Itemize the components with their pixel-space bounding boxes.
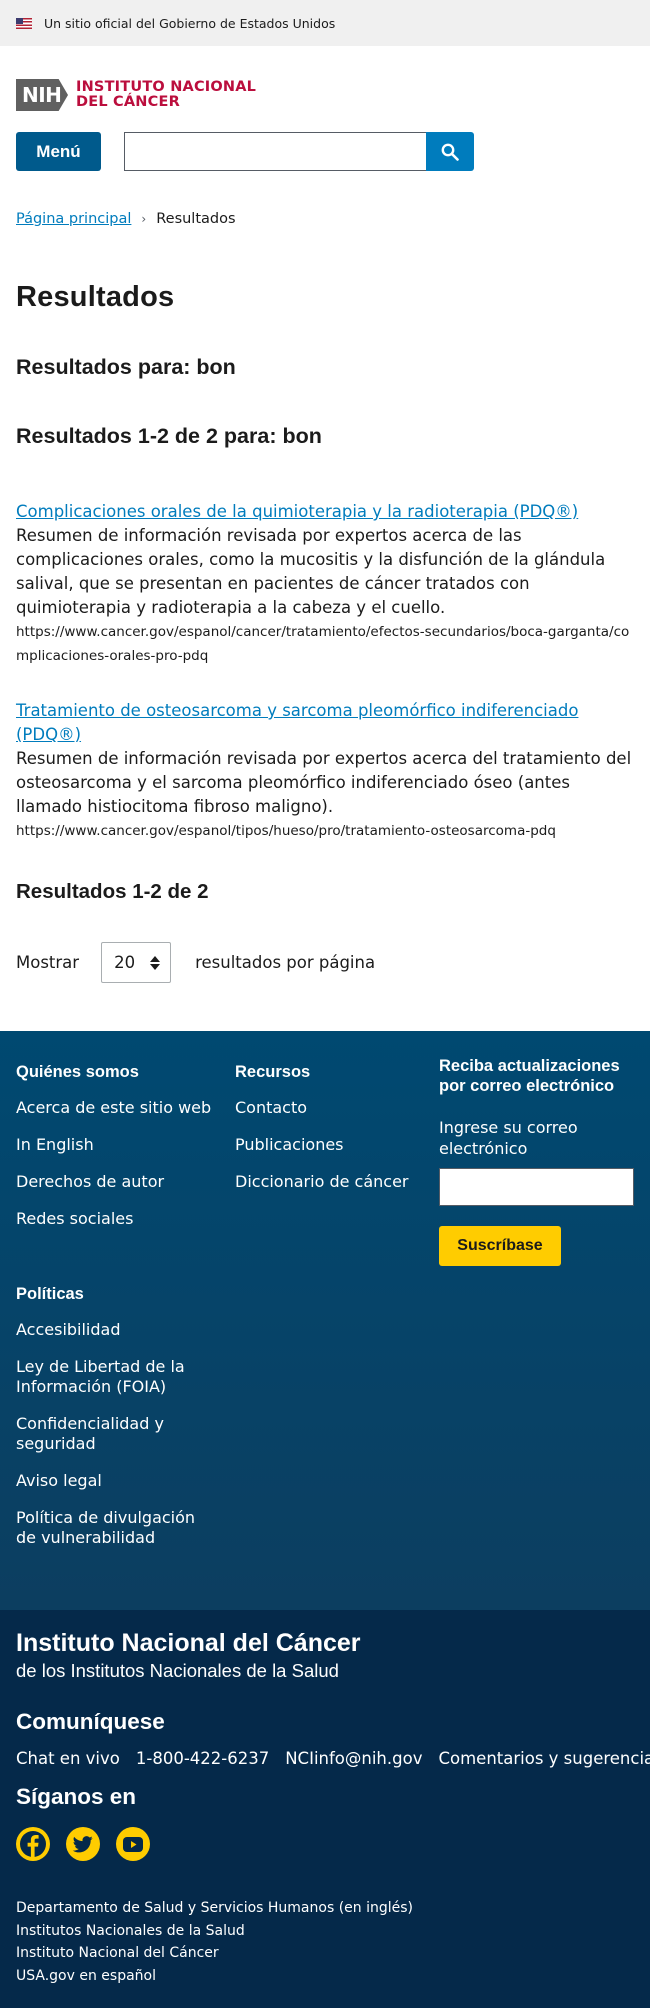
feedback-link[interactable]: Comentarios y sugerencias: [438, 1748, 650, 1770]
page-title: Resultados: [16, 281, 175, 313]
result-url: https://www.cancer.gov/espanol/cancer/tr…: [16, 624, 630, 664]
org-name: Instituto Nacional del Cáncer: [16, 1629, 361, 1657]
breadcrumb-current: Resultados: [156, 211, 236, 227]
footer-link[interactable]: Redes sociales: [16, 1209, 226, 1229]
social-links: [16, 1827, 150, 1861]
nih-link[interactable]: Institutos Nacionales de la Salud: [16, 1920, 413, 1943]
search-result: Complicaciones orales de la quimioterapi…: [16, 500, 634, 668]
email-signup: Reciba actualizaciones por correo electr…: [439, 1056, 639, 1266]
per-page-suffix: resultados por página: [195, 953, 376, 972]
menu-button[interactable]: Menú: [16, 132, 101, 171]
results-count-heading: Resultados 1-2 de 2 para: bon: [16, 424, 322, 448]
logo-text: INSTITUTO NACIONAL DEL CÁNCER: [76, 79, 257, 110]
footer-link[interactable]: Accesibilidad: [16, 1320, 216, 1340]
footer-about-column: Quiénes somos Acerca de este sitio web I…: [16, 1062, 226, 1229]
per-page-control: Mostrar 20 resultados por página: [16, 942, 634, 983]
result-title-link[interactable]: Tratamiento de osteosarcoma y sarcoma pl…: [16, 699, 634, 747]
twitter-icon[interactable]: [66, 1827, 100, 1861]
usagov-link[interactable]: USA.gov en español: [16, 1965, 413, 1988]
contact-links: Chat en vivo 1-800-422-6237 NCIinfo@nih.…: [16, 1748, 650, 1770]
footer-about-heading: Quiénes somos: [16, 1063, 139, 1081]
search-result: Tratamiento de osteosarcoma y sarcoma pl…: [16, 699, 634, 843]
nci-link[interactable]: Instituto Nacional del Cáncer: [16, 1942, 413, 1965]
footer-link[interactable]: Acerca de este sitio web: [16, 1098, 226, 1118]
org-subtitle: de los Institutos Nacionales de la Salud: [16, 1660, 339, 1681]
nih-logo-icon: NIH: [16, 79, 68, 111]
show-label: Mostrar: [16, 953, 80, 972]
contact-heading: Comuníquese: [16, 1709, 165, 1734]
footer-identifier: Instituto Nacional del Cáncer de los Ins…: [0, 1610, 650, 2008]
phone-link[interactable]: 1-800-422-6237: [136, 1748, 269, 1770]
site-header: NIH INSTITUTO NACIONAL DEL CÁNCER Menú: [0, 46, 650, 171]
footer-resources-column: Recursos Contacto Publicaciones Dicciona…: [235, 1062, 435, 1192]
us-flag-icon: [16, 17, 32, 29]
result-description: Resumen de información revisada por expe…: [16, 526, 606, 617]
site-footer: Quiénes somos Acerca de este sitio web I…: [0, 1031, 650, 1610]
result-title-link[interactable]: Complicaciones orales de la quimioterapi…: [16, 500, 634, 524]
signup-title: Reciba actualizaciones por correo electr…: [439, 1057, 620, 1095]
footer-link[interactable]: Contacto: [235, 1098, 435, 1118]
per-page-select[interactable]: 20: [101, 942, 172, 983]
facebook-icon[interactable]: [16, 1827, 50, 1861]
footer-policies-heading: Políticas: [16, 1285, 84, 1303]
footer-link[interactable]: Aviso legal: [16, 1471, 216, 1491]
live-chat-link[interactable]: Chat en vivo: [16, 1748, 120, 1770]
subscribe-button[interactable]: Suscríbase: [439, 1226, 561, 1266]
result-url: https://www.cancer.gov/espanol/tipos/hue…: [16, 823, 556, 839]
results-for-heading: Resultados para: bon: [16, 355, 236, 379]
footer-link[interactable]: Ley de Libertad de la Información (FOIA): [16, 1357, 216, 1397]
breadcrumb-home-link[interactable]: Página principal: [16, 211, 131, 227]
footer-link[interactable]: In English: [16, 1135, 226, 1155]
main-content: Resultados Resultados para: bon Resultad…: [0, 281, 650, 983]
footer-resources-heading: Recursos: [235, 1063, 311, 1081]
footer-policies-column: Políticas Accesibilidad Ley de Libertad …: [16, 1284, 216, 1548]
footer-link[interactable]: Diccionario de cáncer: [235, 1172, 435, 1192]
search-button[interactable]: [426, 132, 474, 171]
search-icon: [441, 143, 459, 161]
youtube-icon[interactable]: [116, 1827, 150, 1861]
chevron-right-icon: ›: [141, 212, 147, 226]
gov-banner-text: Un sitio oficial del Gobierno de Estados…: [44, 15, 336, 31]
per-page-value: 20: [114, 953, 136, 972]
email-link[interactable]: NCIinfo@nih.gov: [285, 1748, 422, 1770]
footer-link[interactable]: Política de divulgación de vulnerabilida…: [16, 1508, 216, 1548]
gov-banner: Un sitio oficial del Gobierno de Estados…: [0, 0, 650, 46]
search-row: Menú: [16, 132, 634, 171]
select-arrows-icon: [150, 955, 161, 970]
site-logo[interactable]: NIH INSTITUTO NACIONAL DEL CÁNCER: [16, 79, 634, 111]
breadcrumb: Página principal › Resultados: [0, 209, 650, 229]
signup-label: Ingrese su correo electrónico: [439, 1118, 578, 1158]
results-count-bottom: Resultados 1-2 de 2: [16, 880, 209, 903]
search-input[interactable]: [124, 132, 426, 171]
bottom-links: Departamento de Salud y Servicios Humano…: [16, 1897, 413, 1987]
follow-heading: Síganos en: [16, 1784, 137, 1809]
hhs-link[interactable]: Departamento de Salud y Servicios Humano…: [16, 1897, 413, 1920]
footer-link[interactable]: Confidencialidad y seguridad: [16, 1414, 216, 1454]
footer-link[interactable]: Derechos de autor: [16, 1172, 226, 1192]
result-description: Resumen de información revisada por expe…: [16, 749, 632, 816]
email-field[interactable]: [439, 1168, 634, 1206]
footer-link[interactable]: Publicaciones: [235, 1135, 435, 1155]
